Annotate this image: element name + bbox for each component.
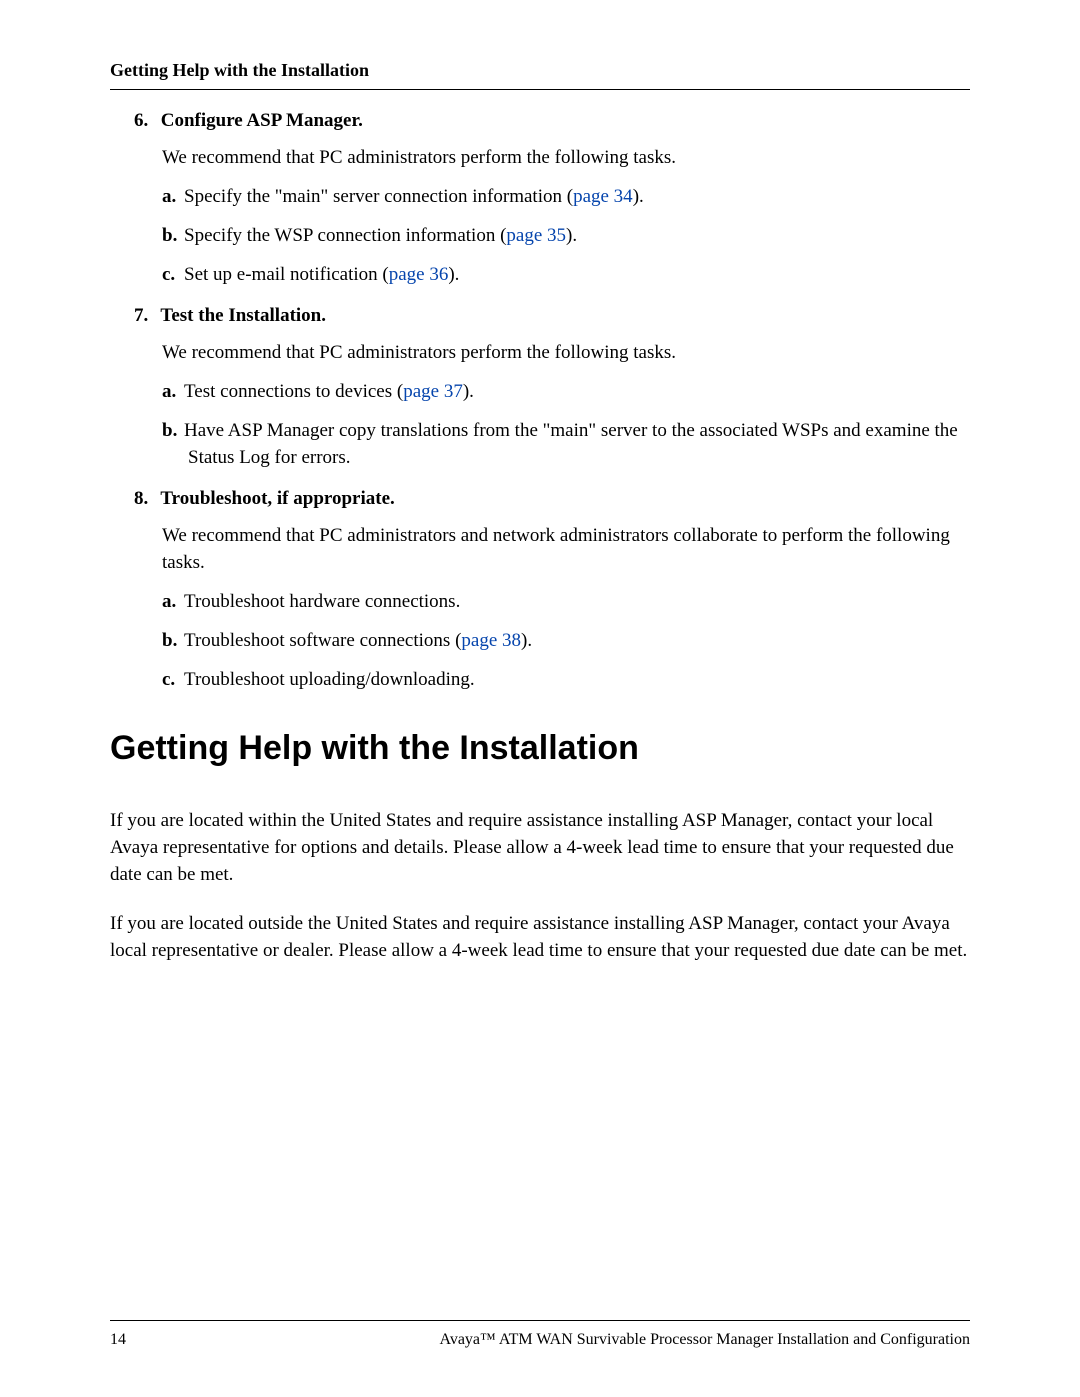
sub-text: Troubleshoot uploading/downloading. bbox=[184, 669, 475, 690]
page-link-35[interactable]: page 35 bbox=[506, 225, 566, 246]
step-6-heading: 6. Configure ASP Manager. bbox=[134, 108, 970, 135]
body-paragraph-2: If you are located outside the United St… bbox=[110, 911, 970, 965]
sub-after: ). bbox=[566, 225, 577, 246]
section-heading: Getting Help with the Installation bbox=[110, 724, 970, 772]
body-paragraph-1: If you are located within the United Sta… bbox=[110, 808, 970, 889]
page-number: 14 bbox=[110, 1331, 126, 1349]
sub-marker: a. bbox=[162, 184, 184, 211]
footer-line: 14 Avaya™ ATM WAN Survivable Processor M… bbox=[110, 1331, 970, 1349]
step-6-sub-a: a.Specify the "main" server connection i… bbox=[162, 184, 970, 211]
step-7-title: Test the Installation. bbox=[160, 305, 326, 326]
step-8-sub-b: b.Troubleshoot software connections (pag… bbox=[162, 628, 970, 655]
step-6-sub-c: c.Set up e-mail notification (page 36). bbox=[162, 262, 970, 289]
step-8-body: We recommend that PC administrators and … bbox=[162, 523, 970, 694]
sub-marker: c. bbox=[162, 262, 184, 289]
page-link-38[interactable]: page 38 bbox=[461, 630, 521, 651]
page-footer: 14 Avaya™ ATM WAN Survivable Processor M… bbox=[110, 1320, 970, 1349]
step-8-sublist: a.Troubleshoot hardware connections. b.T… bbox=[162, 589, 970, 694]
sub-after: ). bbox=[521, 630, 532, 651]
sub-marker: c. bbox=[162, 667, 184, 694]
running-header: Getting Help with the Installation bbox=[110, 60, 970, 81]
step-7-intro: We recommend that PC administrators perf… bbox=[162, 340, 970, 367]
step-8-sub-a: a.Troubleshoot hardware connections. bbox=[162, 589, 970, 616]
sub-text: Troubleshoot hardware connections. bbox=[184, 591, 460, 612]
step-6-sub-b: b.Specify the WSP connection information… bbox=[162, 223, 970, 250]
sub-text: Specify the WSP connection information ( bbox=[184, 225, 506, 246]
sub-marker: b. bbox=[162, 628, 184, 655]
sub-after: ). bbox=[448, 264, 459, 285]
sub-text: Have ASP Manager copy translations from … bbox=[184, 420, 958, 468]
sub-after: ). bbox=[633, 186, 644, 207]
sub-text: Specify the "main" server connection inf… bbox=[184, 186, 573, 207]
page: Getting Help with the Installation 6. Co… bbox=[0, 0, 1080, 1397]
step-8-heading: 8. Troubleshoot, if appropriate. bbox=[134, 486, 970, 513]
content-area: 6. Configure ASP Manager. We recommend t… bbox=[110, 90, 970, 965]
page-link-36[interactable]: page 36 bbox=[389, 264, 449, 285]
step-6-intro: We recommend that PC administrators perf… bbox=[162, 145, 970, 172]
step-7-sub-a: a.Test connections to devices (page 37). bbox=[162, 379, 970, 406]
sub-marker: b. bbox=[162, 418, 184, 445]
sub-text: Set up e-mail notification ( bbox=[184, 264, 389, 285]
page-link-34[interactable]: page 34 bbox=[573, 186, 633, 207]
step-8: 8. Troubleshoot, if appropriate. We reco… bbox=[134, 486, 970, 694]
sub-marker: a. bbox=[162, 379, 184, 406]
step-7-number: 7. bbox=[134, 303, 156, 330]
step-8-sub-c: c.Troubleshoot uploading/downloading. bbox=[162, 667, 970, 694]
step-6: 6. Configure ASP Manager. We recommend t… bbox=[134, 108, 970, 289]
step-8-title: Troubleshoot, if appropriate. bbox=[160, 488, 394, 509]
step-8-number: 8. bbox=[134, 486, 156, 513]
step-6-sublist: a.Specify the "main" server connection i… bbox=[162, 184, 970, 289]
sub-after: ). bbox=[463, 381, 474, 402]
step-7-sub-b: b.Have ASP Manager copy translations fro… bbox=[162, 418, 970, 472]
footer-doc-title: Avaya™ ATM WAN Survivable Processor Mana… bbox=[439, 1331, 970, 1349]
sub-marker: a. bbox=[162, 589, 184, 616]
step-7-heading: 7. Test the Installation. bbox=[134, 303, 970, 330]
step-6-title: Configure ASP Manager. bbox=[161, 110, 363, 131]
step-7-sublist: a.Test connections to devices (page 37).… bbox=[162, 379, 970, 472]
sub-text: Troubleshoot software connections ( bbox=[184, 630, 461, 651]
footer-rule bbox=[110, 1320, 970, 1321]
sub-text: Test connections to devices ( bbox=[184, 381, 403, 402]
step-6-number: 6. bbox=[134, 108, 156, 135]
step-6-body: We recommend that PC administrators perf… bbox=[162, 145, 970, 289]
step-7: 7. Test the Installation. We recommend t… bbox=[134, 303, 970, 472]
step-8-intro: We recommend that PC administrators and … bbox=[162, 523, 970, 577]
sub-marker: b. bbox=[162, 223, 184, 250]
step-7-body: We recommend that PC administrators perf… bbox=[162, 340, 970, 472]
page-link-37[interactable]: page 37 bbox=[403, 381, 463, 402]
